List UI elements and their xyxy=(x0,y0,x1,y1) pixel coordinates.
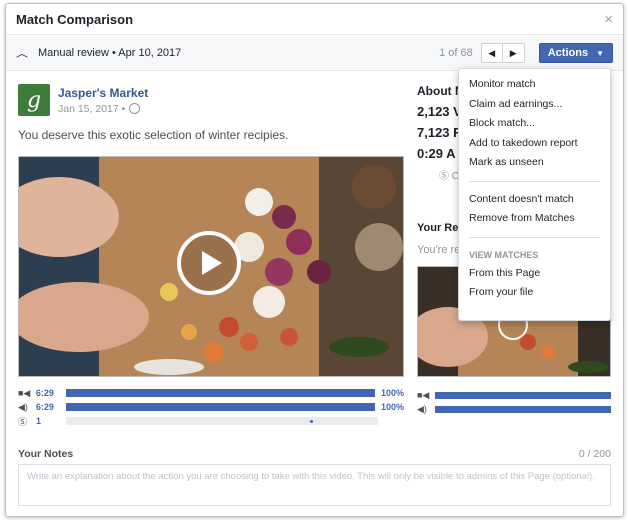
reference-subtext: You're re xyxy=(417,244,461,256)
audio-metric-row: ◀) 6:29 100% xyxy=(18,401,404,413)
menu-item-block-match[interactable]: Block match... xyxy=(459,114,610,134)
reference-metrics: ■◀ ◀) xyxy=(417,389,611,417)
review-bar: ︿ Manual review • Apr 10, 2017 1 of 68 ◀… xyxy=(6,36,623,71)
caret-down-icon: ▼ xyxy=(596,48,604,58)
notes-char-count: 0 / 200 xyxy=(578,448,611,460)
menu-item-add-to-takedown[interactable]: Add to takedown report xyxy=(459,134,610,154)
menu-item-content-doesnt-match[interactable]: Content doesn't match xyxy=(459,190,610,210)
page-name-link[interactable]: Jasper's Market xyxy=(58,86,148,100)
video-match-pct: 100% xyxy=(380,388,404,398)
ref-video-row: ■◀ xyxy=(417,389,611,401)
menu-item-monitor-match[interactable]: Monitor match xyxy=(459,75,610,95)
close-icon[interactable]: × xyxy=(604,11,613,28)
menu-item-mark-unseen[interactable]: Mark as unseen xyxy=(459,153,610,173)
video-icon: ■◀ xyxy=(417,389,430,400)
next-button[interactable]: ▶ xyxy=(502,43,525,63)
menu-heading-view-matches: VIEW MATCHES xyxy=(469,249,539,260)
video-match-bar xyxy=(65,389,375,397)
ref-audio-bar xyxy=(435,405,611,413)
audio-icon: ◀) xyxy=(417,403,427,414)
menu-divider xyxy=(469,180,600,182)
chevron-up-icon[interactable]: ︿ xyxy=(16,46,28,60)
post-header: g Jasper's Market Jan 15, 2017 • You des… xyxy=(18,84,404,142)
dollar-icon: Ⓢ xyxy=(18,416,28,427)
chevron-left-icon: ◀ xyxy=(488,47,496,58)
earnings-metric-row: Ⓢ 1 xyxy=(18,415,404,427)
notes-textarea[interactable]: Write an explanation about the action yo… xyxy=(18,464,611,506)
menu-item-claim-ad-earnings[interactable]: Claim ad earnings... xyxy=(459,95,610,115)
play-icon xyxy=(202,251,222,275)
video-metric-row: ■◀ 6:29 100% xyxy=(18,387,404,399)
actions-menu: Monitor match Claim ad earnings... Block… xyxy=(458,68,611,321)
dialog-title: Match Comparison xyxy=(16,11,134,27)
menu-item-from-your-file[interactable]: From your file xyxy=(459,283,610,303)
ref-video-bar xyxy=(435,391,611,399)
match-comparison-dialog: Match Comparison × ︿ Manual review • Apr… xyxy=(5,3,624,517)
match-metrics: ■◀ 6:29 100% ◀) 6:29 100% Ⓢ 1 xyxy=(18,387,404,429)
earnings-bar xyxy=(66,417,378,425)
post-date: Jan 15, 2017 • xyxy=(58,103,148,115)
menu-item-remove-from-matches[interactable]: Remove from Matches xyxy=(459,209,610,229)
menu-item-from-this-page[interactable]: From this Page xyxy=(459,264,610,284)
actions-label: Actions xyxy=(547,47,589,59)
post-text: You deserve this exotic selection of win… xyxy=(18,128,289,142)
audio-match-bar xyxy=(65,403,375,411)
page-logo[interactable]: g xyxy=(18,84,50,116)
earnings-count: 1 xyxy=(36,416,42,426)
play-button[interactable] xyxy=(177,231,241,295)
audio-match-pct: 100% xyxy=(380,402,404,412)
match-video[interactable] xyxy=(18,156,404,377)
video-icon: ■◀ xyxy=(18,387,31,398)
ref-audio-row: ◀) xyxy=(417,403,611,415)
chevron-right-icon: ▶ xyxy=(509,47,517,58)
actions-button[interactable]: Actions ▼ xyxy=(538,43,613,63)
earnings-dot xyxy=(310,420,313,423)
audio-duration: 6:29 xyxy=(35,402,54,412)
menu-divider xyxy=(469,236,600,238)
audio-icon: ◀) xyxy=(18,401,28,412)
notes-heading: Your Notes xyxy=(18,448,74,460)
review-label: Manual review • Apr 10, 2017 xyxy=(38,47,182,59)
video-duration: 6:29 xyxy=(35,388,54,398)
pager-text: 1 of 68 xyxy=(439,47,473,59)
globe-icon xyxy=(129,103,141,114)
prev-button[interactable]: ◀ xyxy=(480,43,503,63)
dialog-titlebar: Match Comparison × xyxy=(6,4,623,35)
reference-heading: Your Ref xyxy=(417,222,463,234)
